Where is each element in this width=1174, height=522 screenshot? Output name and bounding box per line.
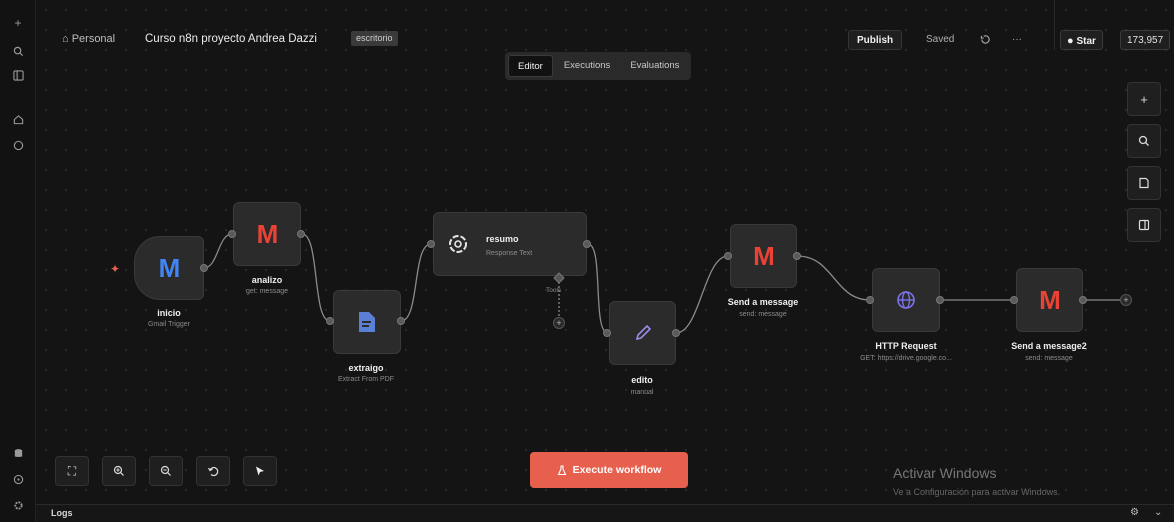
output-handle[interactable] bbox=[1079, 296, 1087, 304]
input-handle[interactable] bbox=[1010, 296, 1018, 304]
pencil-icon bbox=[635, 324, 651, 341]
node-title: edito bbox=[631, 375, 653, 385]
node-subtitle: Extract From PDF bbox=[337, 376, 394, 383]
node-subtitle: manual bbox=[630, 389, 654, 396]
connection-inicio-analizo bbox=[203, 233, 233, 269]
zoom-out-button[interactable] bbox=[149, 456, 183, 486]
node-subtitle: GET: https://drive.google.co... bbox=[860, 355, 952, 362]
add-node-end-button[interactable]: + bbox=[1120, 294, 1132, 306]
output-handle[interactable] bbox=[672, 329, 680, 337]
fit-view-button[interactable]: ⛶ bbox=[55, 456, 89, 486]
input-handle[interactable] bbox=[326, 317, 334, 325]
node-send-a-message[interactable]: M bbox=[730, 224, 797, 288]
node-edito[interactable] bbox=[609, 301, 676, 365]
tools-label: Tools bbox=[546, 287, 562, 294]
execute-workflow-button[interactable]: Execute workflow bbox=[530, 452, 688, 488]
fullscreen-icon: ⛶ bbox=[67, 463, 77, 478]
zoom-in-icon bbox=[113, 465, 124, 476]
node-title: inicio bbox=[157, 308, 181, 318]
add-tool-button[interactable]: + bbox=[553, 317, 565, 329]
gmail-icon: M bbox=[158, 252, 181, 283]
input-handle[interactable] bbox=[228, 230, 236, 238]
zoom-in-button[interactable] bbox=[102, 456, 136, 486]
trigger-bolt-icon: ✦ bbox=[110, 262, 121, 276]
input-handle[interactable] bbox=[603, 329, 611, 337]
node-title: Send a message bbox=[727, 297, 799, 307]
output-handle[interactable] bbox=[793, 252, 801, 260]
output-handle[interactable] bbox=[583, 240, 591, 248]
undo-button[interactable] bbox=[196, 456, 230, 486]
select-tool-button[interactable] bbox=[243, 456, 277, 486]
node-subtitle: send: message bbox=[739, 311, 787, 318]
document-icon bbox=[359, 312, 375, 332]
output-handle[interactable] bbox=[297, 230, 305, 238]
node-analizo[interactable]: M bbox=[233, 202, 301, 266]
node-title: Send a message2 bbox=[1011, 341, 1087, 351]
cursor-icon bbox=[256, 466, 264, 476]
zoom-out-icon bbox=[160, 465, 171, 476]
n8n-app: + ⌂ Personal Curso n8n proyecto Andrea D… bbox=[0, 0, 1174, 522]
node-inicio[interactable]: M bbox=[134, 236, 204, 300]
gmail-icon: M bbox=[753, 240, 775, 271]
connection-send1-http bbox=[796, 255, 871, 301]
node-title: resumo bbox=[486, 234, 519, 244]
output-handle[interactable] bbox=[397, 317, 405, 325]
logs-panel[interactable]: Logs ⚙ ⌄ bbox=[36, 504, 1174, 522]
connection-extraigo-resumo bbox=[400, 243, 432, 322]
output-handle[interactable] bbox=[200, 264, 208, 272]
collapse-icon[interactable]: ⌄ bbox=[1154, 507, 1162, 518]
node-http-request[interactable] bbox=[872, 268, 940, 332]
node-subtitle: Gmail Trigger bbox=[147, 321, 190, 328]
node-send-a-message2[interactable]: M bbox=[1016, 268, 1083, 332]
input-handle[interactable] bbox=[427, 240, 435, 248]
flask-icon bbox=[557, 464, 566, 475]
windows-watermark-title: Activar Windows bbox=[893, 465, 997, 481]
openai-icon bbox=[449, 235, 467, 253]
node-subtitle: get: message bbox=[245, 288, 289, 295]
input-handle[interactable] bbox=[866, 296, 874, 304]
undo-icon bbox=[207, 466, 219, 477]
node-subtitle: Response Text bbox=[486, 250, 533, 257]
output-handle[interactable] bbox=[936, 296, 944, 304]
node-title: HTTP Request bbox=[875, 341, 937, 351]
globe-icon bbox=[897, 291, 915, 309]
gmail-icon: M bbox=[256, 218, 279, 249]
node-title: extraigo bbox=[348, 363, 384, 373]
node-title: analizo bbox=[251, 275, 283, 285]
connection-edito-send1 bbox=[675, 255, 729, 334]
logs-label: Logs bbox=[51, 508, 73, 518]
node-resumo[interactable] bbox=[433, 212, 587, 276]
connection-resumo-edito bbox=[587, 243, 609, 334]
node-subtitle: send: message bbox=[1025, 355, 1073, 362]
node-extraigo[interactable] bbox=[333, 290, 401, 354]
logs-settings-icon[interactable]: ⚙ bbox=[1130, 507, 1139, 518]
windows-watermark-subtitle: Ve a Configuración para activar Windows. bbox=[893, 487, 1061, 497]
execute-label: Execute workflow bbox=[572, 464, 662, 476]
gmail-icon: M bbox=[1039, 284, 1061, 315]
input-handle[interactable] bbox=[724, 252, 732, 260]
